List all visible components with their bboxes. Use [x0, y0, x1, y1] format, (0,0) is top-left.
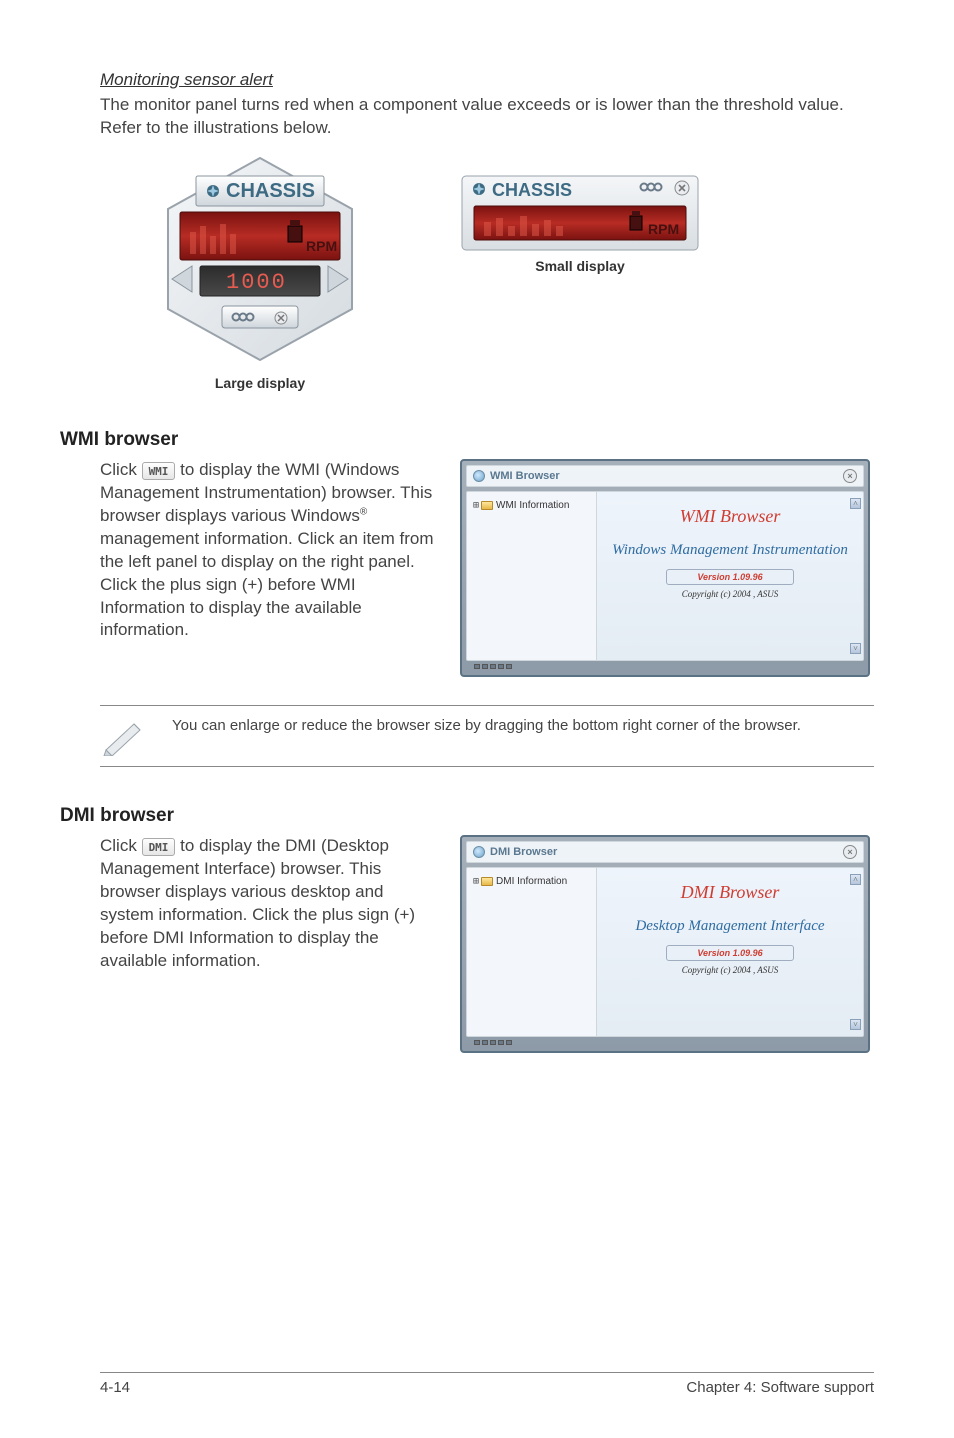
wmi-chip[interactable]: WMI: [142, 462, 176, 480]
close-icon-small[interactable]: [675, 181, 689, 195]
rpm-unit-large: RPM: [306, 238, 337, 254]
note-text: You can enlarge or reduce the browser si…: [172, 716, 874, 736]
note-box: You can enlarge or reduce the browser si…: [100, 705, 874, 767]
dmi-browser-window: DMI Browser × ⊞DMI Information ˄ ˅ DMI B…: [460, 835, 870, 1053]
chassis-label-small: CHASSIS: [492, 180, 572, 200]
resize-grip[interactable]: [466, 1037, 864, 1047]
scroll-up[interactable]: ˄: [850, 874, 861, 885]
dmi-copyright: Copyright (c) 2004 , ASUS: [682, 965, 779, 975]
dmi-content-sub: Desktop Management Interface: [635, 917, 824, 935]
page-number: 4-14: [100, 1379, 130, 1396]
close-icon[interactable]: [275, 312, 287, 324]
folder-icon: [481, 501, 493, 510]
wmi-content-sub: Windows Management Instrumentation: [612, 541, 848, 559]
bottom-value: 1000: [226, 270, 287, 295]
chapter-label: Chapter 4: Software support: [686, 1379, 874, 1396]
wmi-browser-window: WMI Browser × ⊞WMI Information ˄ ˅ WMI B…: [460, 459, 870, 677]
page-footer: 4-14 Chapter 4: Software support: [100, 1372, 874, 1396]
large-display-block: CHASSIS RPM 1000: [160, 154, 360, 391]
wmi-tree[interactable]: ⊞WMI Information: [467, 492, 597, 660]
resize-grip[interactable]: [466, 661, 864, 671]
panel-close-icon[interactable]: ×: [843, 845, 857, 859]
wmi-titlebar: WMI Browser: [490, 470, 560, 482]
folder-icon: [481, 877, 493, 886]
small-caption: Small display: [460, 258, 700, 274]
dmi-tree[interactable]: ⊞DMI Information: [467, 868, 597, 1036]
rpm-unit-small: RPM: [648, 221, 679, 237]
dmi-titlebar: DMI Browser: [490, 846, 557, 858]
wmi-text: Click WMI to display the WMI (Windows Ma…: [100, 459, 440, 643]
monitoring-text: The monitor panel turns red when a compo…: [100, 94, 874, 140]
chassis-label-large: CHASSIS: [226, 180, 315, 202]
pencil-icon: [100, 716, 148, 756]
globe-icon: [473, 846, 485, 858]
chassis-small-panel: CHASSIS: [460, 174, 700, 252]
wmi-version: Version 1.09.96: [666, 569, 793, 585]
chassis-large-panel: CHASSIS RPM 1000: [160, 154, 360, 364]
scroll-down[interactable]: ˅: [850, 643, 861, 654]
dmi-version: Version 1.09.96: [666, 945, 793, 961]
wmi-section-title: WMI browser: [60, 429, 874, 451]
wmi-copyright: Copyright (c) 2004 , ASUS: [682, 589, 779, 599]
dmi-content-title: DMI Browser: [681, 882, 780, 903]
globe-icon: [473, 470, 485, 482]
dmi-chip[interactable]: DMI: [142, 838, 176, 856]
dmi-section-title: DMI browser: [60, 805, 874, 827]
wmi-content-title: WMI Browser: [680, 506, 781, 527]
monitoring-heading: Monitoring sensor alert: [100, 70, 874, 90]
small-display-block: CHASSIS: [460, 154, 700, 274]
panel-close-icon[interactable]: ×: [843, 469, 857, 483]
scroll-down[interactable]: ˅: [850, 1019, 861, 1030]
scroll-up[interactable]: ˄: [850, 498, 861, 509]
dmi-text: Click DMI to display the DMI (Desktop Ma…: [100, 835, 440, 973]
large-caption: Large display: [160, 375, 360, 391]
